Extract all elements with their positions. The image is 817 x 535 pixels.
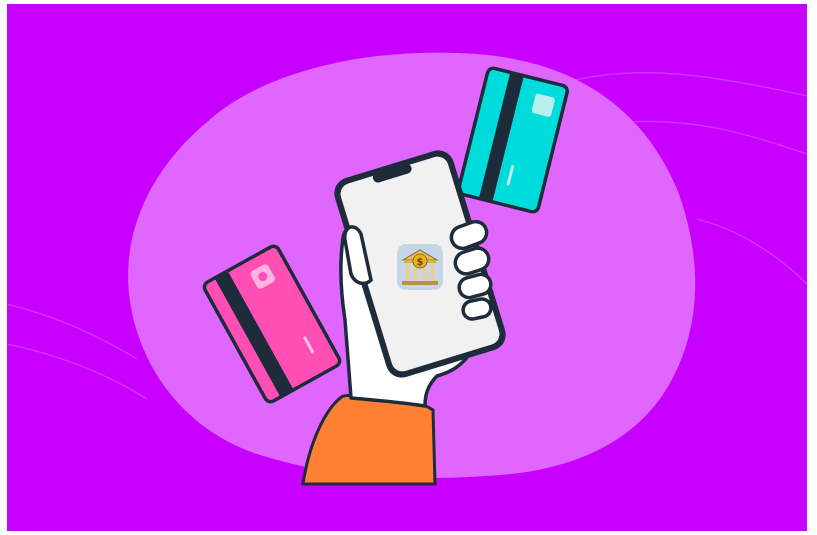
bank-app-icon: $ xyxy=(397,244,443,290)
illustration-svg: $ xyxy=(7,4,807,531)
svg-text:$: $ xyxy=(417,257,424,268)
illustration-canvas: $ xyxy=(7,4,807,531)
